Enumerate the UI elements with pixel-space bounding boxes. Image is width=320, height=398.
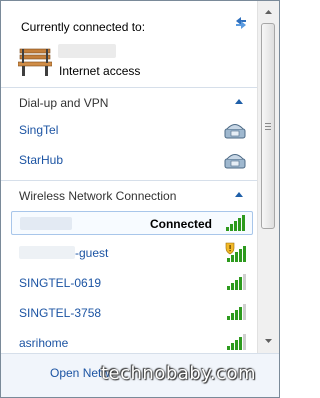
- section-dialup-vpn[interactable]: Dial-up and VPN: [1, 87, 257, 114]
- connected-header: Currently connected to: Internet access: [1, 1, 257, 86]
- chevron-up-icon[interactable]: [235, 98, 243, 104]
- signal-strength-icon: [226, 215, 245, 231]
- network-flyout: Currently connected to: Internet access …: [0, 0, 280, 398]
- list-item-guest-network[interactable]: -guest: [11, 241, 253, 265]
- list-item-connected-network[interactable]: Connected: [11, 211, 253, 235]
- signal-strength-icon: [227, 334, 246, 350]
- section-dialup-label: Dial-up and VPN: [19, 96, 109, 110]
- connection-name: SingTel: [19, 123, 59, 137]
- phone-modem-icon: [224, 124, 246, 139]
- internet-access-label: Internet access: [59, 64, 141, 78]
- list-item-singtel-0619[interactable]: SINGTEL-0619: [11, 271, 253, 295]
- scrollbar-thumb[interactable]: [261, 23, 275, 229]
- network-name-redacted: [58, 44, 116, 58]
- scroll-up-icon[interactable]: [261, 4, 276, 20]
- section-wireless-label: Wireless Network Connection: [19, 189, 177, 203]
- network-name: SINGTEL-3758: [19, 306, 102, 320]
- connected-status: Connected: [149, 217, 212, 231]
- signal-strength-icon: [227, 304, 246, 320]
- chevron-up-icon[interactable]: [235, 191, 243, 197]
- network-name: asrihome: [19, 336, 69, 350]
- list-item-singtel[interactable]: SingTel: [11, 118, 253, 142]
- grip-line: [265, 129, 271, 130]
- list-item-asrihome[interactable]: asrihome: [11, 331, 253, 353]
- flyout-footer: Open Netw technobaby.com: [1, 353, 279, 397]
- phone-modem-icon: [224, 154, 246, 169]
- list-item-starhub[interactable]: StarHub: [11, 148, 253, 172]
- connection-name: StarHub: [19, 153, 64, 167]
- currently-connected-label: Currently connected to:: [21, 20, 146, 34]
- scroll-down-icon[interactable]: [261, 333, 276, 349]
- grip-line: [265, 123, 271, 124]
- signal-strength-icon: [227, 274, 246, 290]
- park-bench-icon: [18, 48, 52, 76]
- guest-suffix: -guest: [75, 246, 109, 260]
- section-wireless[interactable]: Wireless Network Connection: [1, 180, 257, 207]
- network-list: Currently connected to: Internet access …: [1, 1, 257, 353]
- list-item-singtel-3758[interactable]: SINGTEL-3758: [11, 301, 253, 325]
- signal-shield-icon: [225, 242, 246, 262]
- watermark: technobaby.com: [101, 363, 256, 384]
- vertical-scrollbar[interactable]: [257, 1, 279, 353]
- grip-line: [265, 126, 271, 127]
- network-name: SINGTEL-0619: [19, 276, 102, 290]
- refresh-icon[interactable]: [233, 15, 249, 31]
- network-name-redacted: [19, 246, 75, 259]
- network-name-redacted: [20, 217, 72, 230]
